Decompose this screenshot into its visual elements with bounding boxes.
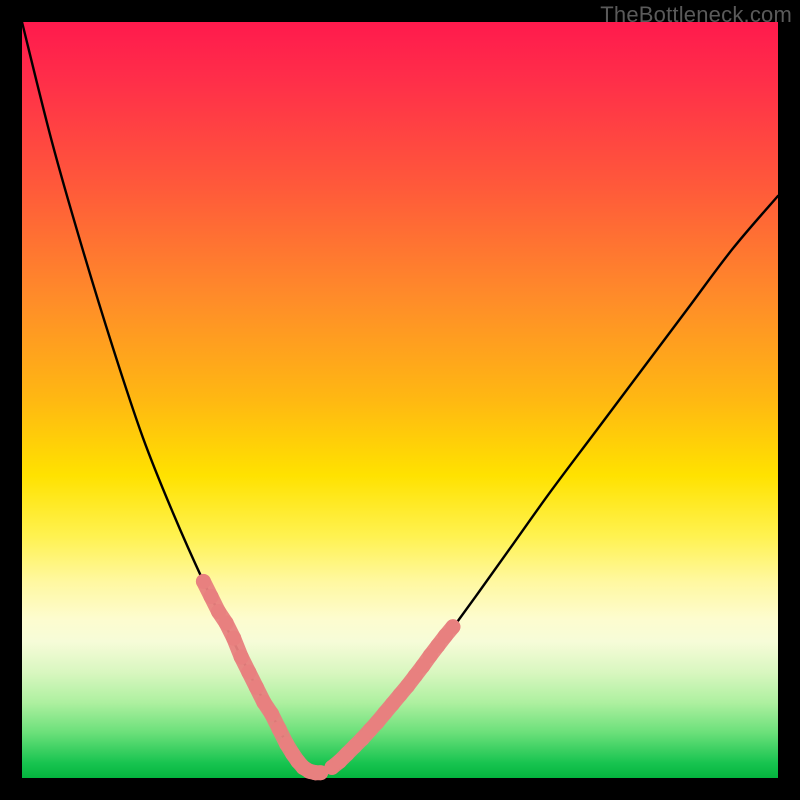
chart-frame: TheBottleneck.com <box>0 0 800 800</box>
left-marker-run-dot <box>196 574 211 589</box>
left-marker-run-dot <box>226 631 241 646</box>
left-marker-run-dot <box>204 589 219 604</box>
left-marker-run-dot <box>219 616 234 631</box>
left-marker-run-dot <box>272 721 287 736</box>
left-marker-run-dot <box>241 665 256 680</box>
right-marker-run-dot <box>445 619 460 634</box>
left-marker-run-dot <box>249 680 264 695</box>
left-marker-run-dot <box>264 706 279 721</box>
bottleneck-curve <box>22 22 778 773</box>
left-marker-run-dot <box>234 650 249 665</box>
curve-overlay <box>22 22 778 778</box>
